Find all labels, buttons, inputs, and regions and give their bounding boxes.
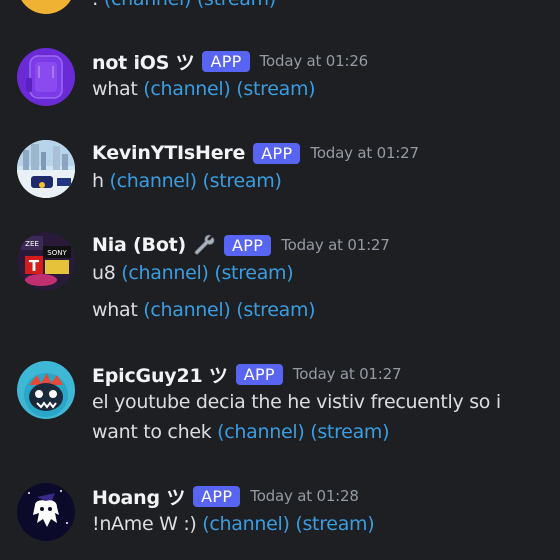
message-line: : (channel) (stream) [92,0,276,10]
wrench-icon [194,234,215,255]
username[interactable]: Nia (Bot) [92,234,186,256]
message-line: want to chek (channel) (stream) [92,421,390,443]
message-text: what [92,78,144,100]
message-text: h [92,170,110,192]
channel-link[interactable]: (channel) [202,513,290,535]
avatar[interactable] [17,0,75,14]
message-text: : [92,0,104,10]
message-text: want to chek [92,421,218,443]
stream-link[interactable]: (stream) [214,262,293,284]
message-line: u8 (channel) (stream) [92,262,294,284]
message-text: what [92,299,144,321]
message-header: Hoang ツ APP Today at 01:28 [92,483,359,509]
avatar[interactable] [17,48,75,106]
message-line: h (channel) (stream) [92,170,282,192]
username[interactable]: Hoang ツ [92,483,185,510]
avatar[interactable] [17,483,75,541]
username[interactable]: not iOS ツ [92,48,195,75]
username[interactable]: EpicGuy21 ツ [92,361,228,388]
timestamp: Today at 01:27 [292,365,402,383]
channel-link[interactable]: (channel) [121,262,209,284]
timestamp: Today at 01:27 [310,144,419,162]
timestamp: Today at 01:28 [250,487,359,505]
message-line: what (channel) (stream) [92,78,316,100]
app-badge: APP [202,50,250,72]
channel-link[interactable]: (channel) [143,299,231,321]
message-header: EpicGuy21 ツ APP Today at 01:27 [92,361,401,387]
channel-link[interactable]: (channel) [109,170,197,192]
username[interactable]: KevinYTIsHere [92,142,245,164]
avatar-label-text: T [29,257,40,275]
timestamp: Today at 01:27 [281,236,390,254]
message-line: what (channel) (stream) [92,299,316,321]
stream-link[interactable]: (stream) [310,421,389,443]
stream-link[interactable]: (stream) [197,0,276,10]
channel-link[interactable]: (channel) [217,421,305,443]
message-header: not iOS ツ APP Today at 01:26 [92,48,368,74]
message-text: !nAme W :) [92,513,203,535]
channel-link[interactable]: (channel) [104,0,192,10]
app-badge: APP [193,485,241,507]
avatar-label-text: SONY [47,249,67,257]
stream-link[interactable]: (stream) [203,170,282,192]
stream-link[interactable]: (stream) [236,299,315,321]
app-badge: APP [253,142,301,164]
message-header: KevinYTIsHere APP Today at 01:27 [92,140,419,166]
stream-link[interactable]: (stream) [236,78,315,100]
avatar[interactable]: ZEE SONY T [17,232,75,290]
app-badge: APP [235,363,283,385]
timestamp: Today at 01:26 [259,52,369,70]
message-header: Nia (Bot) APP Today at 01:27 [92,232,390,258]
stream-link[interactable]: (stream) [295,513,374,535]
avatar[interactable] [17,140,75,198]
avatar[interactable] [17,361,75,419]
avatar-label-text: ZEE [25,240,39,248]
channel-link[interactable]: (channel) [143,78,231,100]
message-text: el youtube decia the he vistiv frecuentl… [92,391,501,413]
message-line: el youtube decia the he vistiv frecuentl… [92,391,501,413]
message-text: u8 [92,262,122,284]
app-badge: APP [224,234,272,256]
chat-message-list: : (channel) (stream) not iOS ツ APP Today… [0,0,560,560]
message-line: !nAme W :) (channel) (stream) [92,513,375,535]
